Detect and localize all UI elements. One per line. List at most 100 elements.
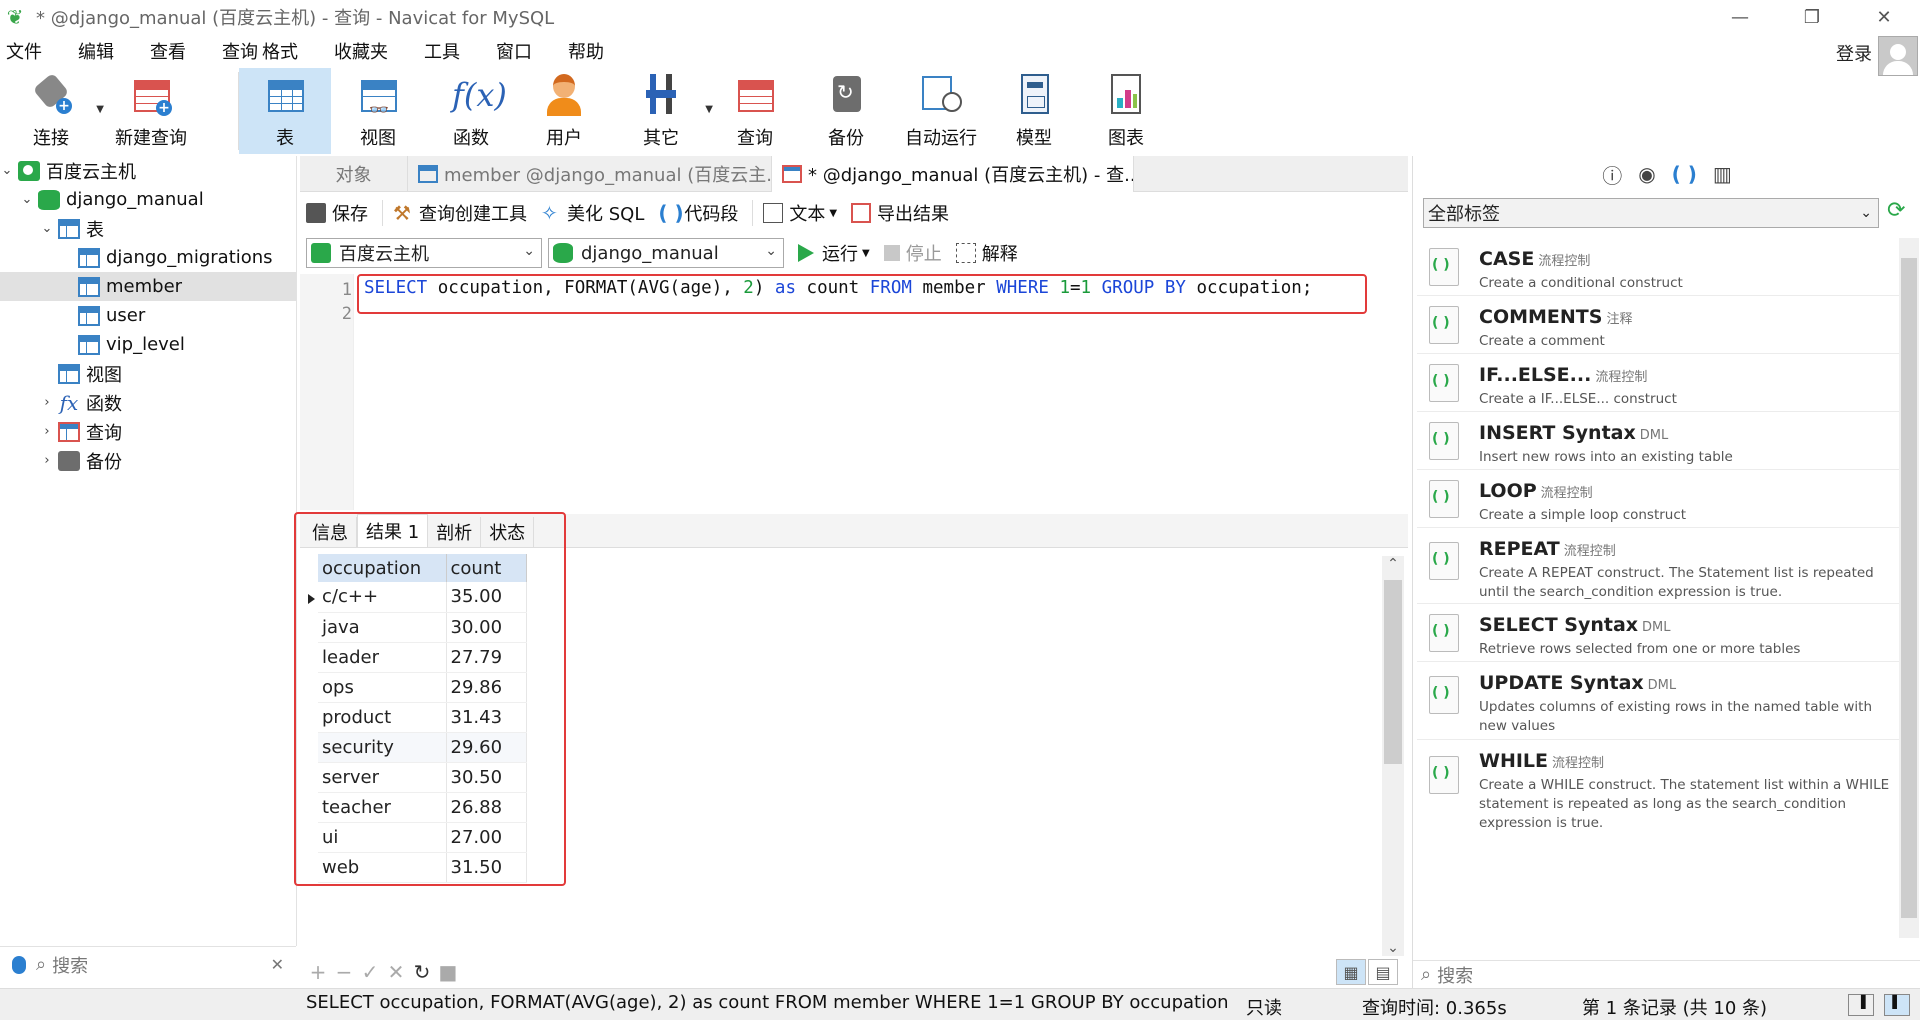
table-button[interactable]: 表: [239, 68, 331, 154]
snippet-item[interactable]: LOOP流程控制 Create a simple loop construct: [1417, 470, 1899, 528]
scroll-down-icon[interactable]: ⌄: [1382, 940, 1404, 956]
save-button[interactable]: 保存: [306, 200, 368, 226]
layout-left-icon[interactable]: ▐: [1848, 994, 1874, 1016]
chevron-right-icon[interactable]: ›: [40, 395, 54, 410]
close-button[interactable]: ✕: [1848, 0, 1920, 34]
code-snippet-button[interactable]: ( ) 代码段: [658, 200, 738, 226]
explain-button[interactable]: 解释: [955, 240, 1018, 266]
tree-item-table-member[interactable]: member: [0, 272, 296, 301]
restore-button[interactable]: ❐: [1776, 0, 1848, 34]
new-query-button[interactable]: + 新建查询: [102, 68, 200, 154]
chevron-down-icon[interactable]: ⌄: [40, 221, 54, 236]
chevron-down-icon[interactable]: ⌄: [0, 163, 14, 178]
chevron-right-icon[interactable]: ›: [40, 453, 54, 468]
refresh-icon[interactable]: ↻: [410, 960, 434, 984]
minimize-button[interactable]: —: [1704, 0, 1776, 34]
result-scrollbar[interactable]: ⌃ ⌄: [1382, 556, 1404, 956]
tree-item-functions[interactable]: › fx 函数: [40, 388, 296, 417]
snippet-item[interactable]: REPEAT流程控制 Create A REPEAT construct. Th…: [1417, 528, 1899, 604]
model-button[interactable]: 模型: [989, 68, 1079, 154]
beautify-sql-button[interactable]: ✧ 美化 SQL: [541, 200, 644, 226]
delete-record-icon[interactable]: −: [332, 960, 356, 984]
snippet-item[interactable]: IF...ELSE...流程控制 Create a IF...ELSE... c…: [1417, 354, 1899, 412]
menu-file[interactable]: 文件: [6, 38, 42, 64]
chevron-right-icon[interactable]: ›: [40, 424, 54, 439]
form-view-icon[interactable]: ▤: [1368, 959, 1398, 985]
text-button[interactable]: 文本 ▼: [763, 200, 837, 226]
tree-item-table-vip-level[interactable]: vip_level: [60, 330, 296, 359]
stop-icon: [883, 245, 900, 261]
add-record-icon[interactable]: +: [306, 960, 330, 984]
clear-search-button[interactable]: ✕: [271, 955, 284, 974]
tree-item-table-user[interactable]: user: [60, 301, 296, 330]
scrollbar-thumb[interactable]: [1384, 580, 1402, 764]
function-button[interactable]: f(x) 函数: [425, 68, 517, 154]
menu-view[interactable]: 查看: [150, 38, 186, 64]
snippet-file-icon: [1429, 542, 1459, 580]
user-button[interactable]: 用户: [517, 68, 611, 154]
connect-button[interactable]: + 连接 ▼: [0, 68, 104, 154]
tree-item-table-django-migrations[interactable]: django_migrations: [60, 243, 296, 272]
chevron-down-icon[interactable]: ▼: [829, 208, 837, 219]
export-result-button[interactable]: 导出结果: [851, 200, 949, 226]
stop-icon[interactable]: ■: [436, 960, 460, 984]
sql-code-line[interactable]: SELECT occupation, FORMAT(AVG(age), 2) a…: [364, 278, 1312, 298]
menu-favorites[interactable]: 收藏夹: [334, 38, 388, 64]
query-button[interactable]: 查询: [711, 68, 799, 154]
snippet-item[interactable]: COMMENTS注释 Create a comment: [1417, 296, 1899, 354]
snippet-item[interactable]: INSERT SyntaxDML Insert new rows into an…: [1417, 412, 1899, 470]
tab-query[interactable]: * @django_manual (百度云主机) - 查...: [772, 156, 1134, 192]
tree-item-views[interactable]: 视图: [40, 359, 296, 388]
snippet-tag-select[interactable]: 全部标签 ⌄: [1423, 198, 1879, 228]
grid-view-icon[interactable]: ▦: [1336, 959, 1366, 985]
navigator-search[interactable]: ⌕ 搜索 ✕: [0, 946, 296, 982]
scroll-up-icon[interactable]: ⌃: [1382, 556, 1404, 572]
auto-run-button[interactable]: 自动运行: [893, 68, 989, 154]
add-snippet-icon[interactable]: ⟳: [1887, 198, 1915, 228]
info-icon[interactable]: ⓘ: [1602, 160, 1622, 189]
chevron-down-icon[interactable]: ⌄: [20, 192, 34, 207]
filter-icon[interactable]: [12, 955, 26, 974]
sql-text: occupation, FORMAT(AVG(age),: [427, 278, 744, 298]
menu-tools[interactable]: 工具: [424, 38, 460, 64]
layout-right-icon[interactable]: ▌: [1884, 994, 1910, 1016]
login-link[interactable]: 登录: [1836, 40, 1872, 66]
snippet-item[interactable]: SELECT SyntaxDML Retrieve rows selected …: [1417, 604, 1899, 662]
snippet-scrollbar[interactable]: [1899, 238, 1919, 938]
run-button[interactable]: 运行 ▼: [798, 240, 870, 266]
chevron-down-icon[interactable]: ▼: [862, 248, 870, 259]
scrollbar-thumb[interactable]: [1901, 258, 1917, 918]
connection-select[interactable]: 百度云主机 ⌄: [306, 238, 542, 268]
discard-changes-icon[interactable]: ✕: [384, 960, 408, 984]
snippet-item[interactable]: UPDATE SyntaxDML Updates columns of exis…: [1417, 662, 1899, 740]
snippet-item[interactable]: WHILE流程控制 Create a WHILE construct. The …: [1417, 740, 1899, 836]
snippet-search[interactable]: ⌕ 搜索: [1413, 960, 1920, 988]
menu-query[interactable]: 查询: [222, 38, 258, 64]
apply-changes-icon[interactable]: ✓: [358, 960, 382, 984]
tree-item-backups[interactable]: › 备份: [40, 446, 296, 475]
chart-button[interactable]: 图表: [1079, 68, 1173, 154]
menu-window[interactable]: 窗口: [496, 38, 532, 64]
tree-item-queries[interactable]: › 查询: [40, 417, 296, 446]
query-builder-button[interactable]: ⚒ 查询创建工具: [393, 200, 527, 226]
tree-item-connection[interactable]: ⌄ 百度云主机: [0, 156, 296, 185]
stop-button[interactable]: 停止: [883, 240, 942, 266]
view-button[interactable]: 👓 视图: [331, 68, 425, 154]
menu-help[interactable]: 帮助: [568, 38, 604, 64]
sql-editor[interactable]: 1 2 SELECT occupation, FORMAT(AVG(age), …: [300, 274, 1408, 510]
navigator-search-input[interactable]: 搜索: [52, 952, 88, 978]
tab-objects[interactable]: 对象: [300, 156, 408, 192]
tab-member[interactable]: member @django_manual (百度云主...: [408, 156, 772, 192]
database-select[interactable]: django_manual ⌄: [548, 238, 784, 268]
layout-icon[interactable]: ▥: [1713, 162, 1732, 186]
tree-item-database[interactable]: ⌄ django_manual: [20, 185, 296, 214]
eye-icon[interactable]: ◉: [1638, 162, 1655, 186]
snippet-item[interactable]: CASE流程控制 Create a conditional construct: [1417, 238, 1899, 296]
other-button[interactable]: 其它 ▼: [611, 68, 713, 154]
menu-edit[interactable]: 编辑: [78, 38, 114, 64]
braces-icon[interactable]: ( ): [1672, 162, 1697, 186]
backup-button[interactable]: 备份: [799, 68, 893, 154]
menu-format[interactable]: 格式: [262, 38, 298, 64]
tree-item-tables[interactable]: ⌄ 表: [40, 214, 296, 243]
snippet-search-input[interactable]: 搜索: [1437, 962, 1473, 988]
